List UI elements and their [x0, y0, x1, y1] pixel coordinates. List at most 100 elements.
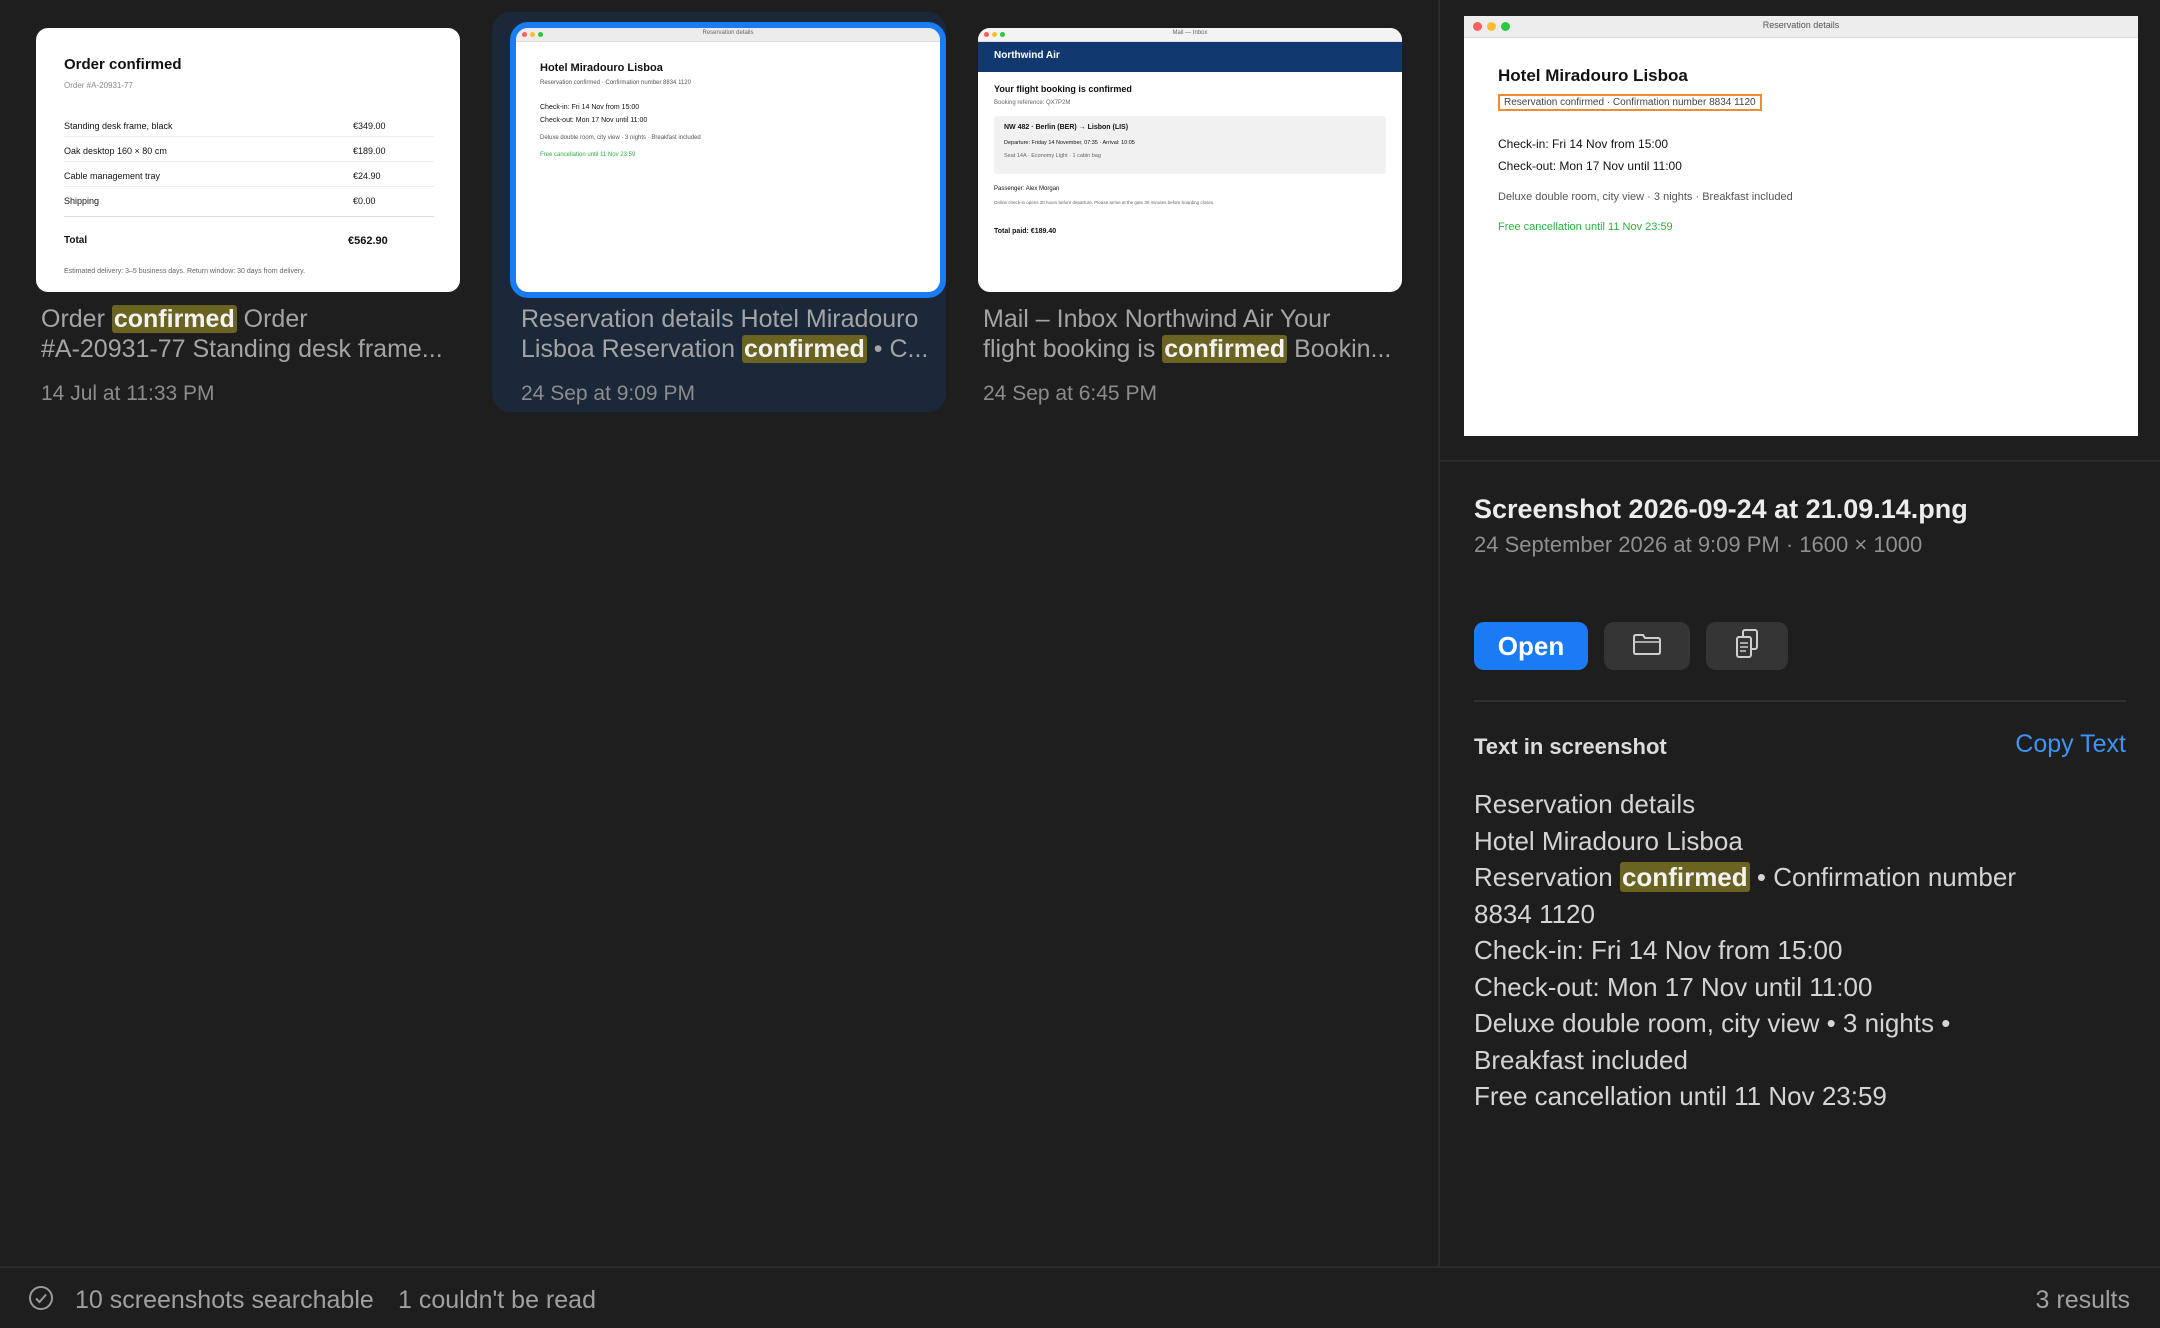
result-thumbnail: Reservation details Hotel Miradouro Lisb… — [516, 28, 940, 292]
screenshot-preview[interactable]: Reservation details Hotel Miradouro Lisb… — [1464, 16, 2138, 436]
result-date: 24 Sep at 9:09 PM — [521, 382, 695, 405]
thumb-passenger: Passenger: Alex Morgan — [994, 186, 1060, 192]
thumb-item-name: Standing desk frame, black — [64, 121, 173, 131]
result-date: 14 Jul at 11:33 PM — [41, 382, 215, 405]
folder-icon — [1632, 632, 1662, 661]
result-caption: Mail – Inbox Northwind Air Your flight b… — [983, 304, 1393, 364]
preview-heading: Hotel Miradouro Lisboa — [1498, 66, 1688, 85]
thumb-item-price: €0.00 — [353, 196, 376, 206]
ocr-line: Reservation details — [1474, 789, 1696, 819]
thumb-flight: NW 482 · Berlin (BER) → Lisbon (LIS) — [1004, 124, 1129, 131]
thumb-divider — [64, 186, 434, 187]
unreadable-count: 1 couldn't be read — [398, 1286, 596, 1314]
result-thumbnail: Mail — Inbox Northwind Air Your flight b… — [978, 28, 1402, 292]
thumb-total-value: €562.90 — [348, 235, 388, 247]
ocr-line: Breakfast included — [1474, 1044, 1688, 1075]
thumb-flight-box: NW 482 · Berlin (BER) → Lisbon (LIS) Dep… — [994, 116, 1386, 174]
preview-content: Hotel Miradouro Lisboa Reservation confi… — [1498, 66, 1793, 233]
copy-image-button[interactable] — [1706, 622, 1788, 670]
preview-room: Deluxe double room, city view · 3 nights… — [1498, 191, 1793, 203]
show-in-folder-button[interactable] — [1604, 622, 1690, 670]
preview-checkin: Check-in: Fri 14 Nov from 15:00 — [1498, 137, 1669, 151]
result-card-mail[interactable]: Mail — Inbox Northwind Air Your flight b… — [954, 12, 1408, 412]
preview-window-bar: Reservation details — [1464, 16, 2138, 38]
file-name: Screenshot 2026-09-24 at 21.09.14.png — [1474, 494, 1968, 524]
thumb-ref: Booking reference: QX7P2M — [994, 100, 1071, 106]
thumb-subtitle: Order #A-20931-77 — [64, 81, 133, 90]
open-button[interactable]: Open — [1474, 622, 1588, 670]
thumb-checkout: Check-out: Mon 17 Nov until 11:00 — [540, 117, 648, 124]
copy-text-link[interactable]: Copy Text — [2015, 730, 2126, 759]
ocr-line: Hotel Miradouro Lisboa — [1474, 825, 1743, 856]
preview-window-title: Reservation details — [1762, 20, 1840, 30]
caption-line: Mail – Inbox Northwind Air Your — [983, 305, 1331, 333]
ocr-line: Deluxe double room, city view • 3 nights… — [1474, 1008, 1951, 1038]
ocr-line: 8834 1120 — [1474, 898, 1595, 929]
result-caption: Order confirmed Order #A-20931-77 Standi… — [41, 304, 451, 364]
file-meta: 24 September 2026 at 9:09 PM · 1600 × 10… — [1474, 532, 1923, 557]
section-divider — [1474, 700, 2126, 702]
caption-line: Order confirmed Order — [41, 304, 451, 334]
ocr-line: Free cancellation until 11 Nov 23:59 — [1474, 1081, 1887, 1111]
thumb-confirm: Reservation confirmed · Confirmation num… — [540, 80, 691, 86]
result-thumbnail: Order confirmed Order #A-20931-77 Standi… — [36, 28, 460, 292]
thumb-total-label: Total — [64, 235, 88, 246]
caption-text: Lisboa Reservation — [521, 335, 742, 363]
thumb-divider — [64, 136, 434, 137]
thumb-window-title: Mail — Inbox — [1172, 30, 1208, 36]
caption-line: #A-20931-77 Standing desk frame... — [41, 335, 443, 363]
thumb-checkin: Check-in: Fri 14 Nov from 15:00 — [540, 104, 640, 111]
caption-line: Lisboa Reservation confirmed • C... — [521, 334, 931, 364]
result-card-reservation[interactable]: Reservation details Hotel Miradouro Lisb… — [492, 12, 946, 412]
panel-divider — [1440, 460, 2160, 462]
thumb-heading: Hotel Miradouro Lisboa — [540, 62, 663, 74]
match-highlight: confirmed — [111, 305, 237, 333]
thumb-brand: Northwind Air — [994, 50, 1060, 61]
match-highlight: confirmed — [1162, 335, 1288, 363]
thumb-window-title: Reservation details — [702, 30, 754, 36]
thumb-divider — [64, 161, 434, 162]
thumb-brand-banner: Northwind Air — [978, 42, 1402, 72]
copy-document-icon — [1734, 628, 1760, 665]
preview-cancel: Free cancellation until 11 Nov 23:59 — [1498, 221, 1673, 233]
match-highlight: confirmed — [741, 335, 867, 363]
thumb-window-bar: Reservation details — [516, 28, 940, 42]
ocr-line: Reservation confirmed • Confirmation num… — [1474, 859, 2114, 896]
text-in-screenshot-heading: Text in screenshot — [1474, 734, 1667, 759]
caption-text: flight booking is — [983, 335, 1163, 363]
thumb-divider — [64, 216, 434, 217]
ocr-line: Check-out: Mon 17 Nov until 11:00 — [1474, 971, 1873, 1002]
ocr-match-box: Reservation confirmed · Confirmation num… — [1498, 94, 1762, 111]
thumb-title: Order confirmed — [64, 56, 182, 73]
thumb-note: Online check-in opens 30 hours before de… — [994, 200, 1215, 205]
caption-text: • C... — [866, 335, 929, 363]
ocr-text: • Confirmation number — [1749, 862, 2016, 892]
thumb-item-name: Shipping — [64, 196, 100, 206]
result-date: 24 Sep at 6:45 PM — [983, 382, 1157, 405]
ocr-text-block: Reservation details Hotel Miradouro Lisb… — [1474, 786, 2114, 1115]
caption-line: Reservation details Hotel Miradouro — [521, 305, 919, 333]
detail-panel: Reservation details Hotel Miradouro Lisb… — [1438, 0, 2160, 1266]
result-caption: Reservation details Hotel Miradouro Lisb… — [521, 304, 931, 364]
thumb-room: Deluxe double room, city view · 3 nights… — [540, 135, 701, 141]
thumb-paid: Total paid: €189.40 — [994, 228, 1057, 235]
thumb-seat: Seat 14A · Economy Light · 1 cabin bag — [1004, 153, 1101, 159]
result-card-order[interactable]: Order confirmed Order #A-20931-77 Standi… — [12, 12, 466, 412]
status-bar: 10 screenshots searchable 1 couldn't be … — [0, 1266, 2160, 1328]
ocr-text: Reservation — [1474, 862, 1620, 892]
thumb-footer: Estimated delivery: 3–5 business days. R… — [64, 268, 306, 275]
caption-text: Bookin... — [1287, 335, 1392, 363]
caption-line: flight booking is confirmed Bookin... — [983, 334, 1393, 364]
thumb-item-price: €349.00 — [353, 121, 386, 131]
caption-text: Order — [41, 305, 112, 333]
results-grid: Order confirmed Order #A-20931-77 Standi… — [0, 0, 1438, 1266]
results-count: 3 results — [2035, 1286, 2130, 1314]
thumb-item-price: €24.90 — [353, 171, 381, 181]
thumb-cancel: Free cancellation until 11 Nov 23:59 — [540, 152, 636, 158]
checkmark-circle-icon — [28, 1285, 54, 1316]
caption-text: Order — [236, 305, 308, 333]
match-highlight: confirmed — [1619, 862, 1750, 892]
ocr-line: Check-in: Fri 14 Nov from 15:00 — [1474, 935, 1843, 965]
thumb-heading: Your flight booking is confirmed — [994, 84, 1132, 94]
searchable-count: 10 screenshots searchable — [75, 1286, 374, 1314]
